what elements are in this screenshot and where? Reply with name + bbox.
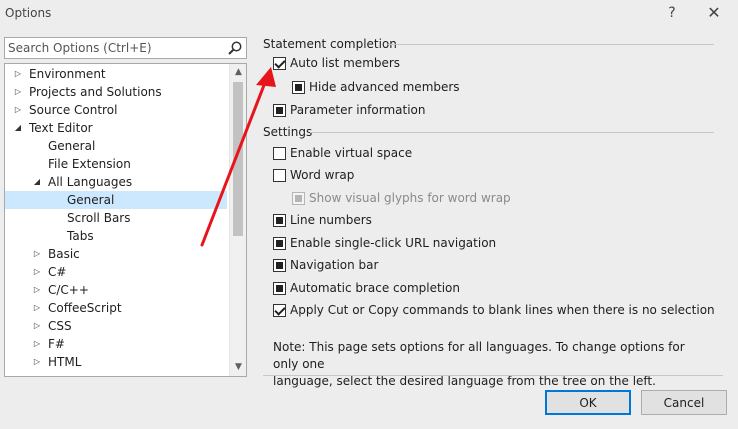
tree-item-label: Scroll Bars: [67, 211, 131, 225]
tree-item[interactable]: ◢ Text Editor: [5, 119, 227, 137]
word-wrap-checkbox[interactable]: [273, 169, 286, 182]
scroll-thumb[interactable]: [233, 82, 243, 236]
settings-header: Settings: [263, 125, 313, 139]
tree-item[interactable]: ▷ C#: [5, 263, 227, 281]
tree-item-label: General: [67, 193, 115, 207]
search-input[interactable]: [5, 38, 223, 58]
expanded-arrow-icon[interactable]: ◢: [13, 119, 23, 137]
tree-item-label: CSS: [48, 319, 72, 333]
tree-item[interactable]: ▷ C/C++: [5, 281, 227, 299]
tree-item[interactable]: ▷ Projects and Solutions: [5, 83, 227, 101]
enable-virtual-space-checkbox[interactable]: [273, 147, 286, 160]
tree-item-label: F#: [48, 337, 65, 351]
statement-completion-header: Statement completion: [263, 37, 397, 51]
close-button[interactable]: ✕: [702, 3, 726, 23]
help-button[interactable]: ?: [660, 3, 684, 23]
tree-item-label: HTML: [48, 355, 82, 369]
tree-item[interactable]: Scroll Bars: [5, 209, 227, 227]
tree-item-label: Tabs: [67, 229, 94, 243]
collapsed-arrow-icon[interactable]: ▷: [32, 245, 42, 263]
expanded-arrow-icon[interactable]: ◢: [32, 173, 42, 191]
tree-item[interactable]: General: [5, 191, 227, 209]
tree-item[interactable]: ▷ CSS: [5, 317, 227, 335]
collapsed-arrow-icon[interactable]: ▷: [32, 281, 42, 299]
automatic-brace-completion-checkbox[interactable]: [273, 282, 286, 295]
tree-item-label: General: [48, 139, 96, 153]
group-divider: [388, 44, 714, 45]
scroll-up-arrow-icon[interactable]: ▲: [230, 64, 246, 81]
tree-item-label: All Languages: [48, 175, 133, 189]
window-title: Options: [5, 6, 52, 20]
single-click-url-checkbox[interactable]: [273, 237, 286, 250]
tree-item-label: Text Editor: [29, 121, 93, 135]
parameter-information-checkbox[interactable]: [273, 104, 286, 117]
note-text: Note: This page sets options for all lan…: [273, 339, 703, 390]
show-visual-glyphs-checkbox: [292, 192, 305, 205]
note-line: Note: This page sets options for all lan…: [273, 340, 685, 371]
tree-item-label: CoffeeScript: [48, 301, 122, 315]
navigation-bar-checkbox[interactable]: [273, 259, 286, 272]
tree-item[interactable]: ▷ Source Control: [5, 101, 227, 119]
options-tree: ▷ Environment ▷ Projects and Solutions ▷ Sour…: [4, 63, 247, 377]
footer-divider: [263, 375, 723, 376]
collapsed-arrow-icon[interactable]: ▷: [13, 65, 23, 83]
tree-item-label: Basic: [48, 247, 80, 261]
line-numbers-checkbox[interactable]: [273, 214, 286, 227]
tree-item[interactable]: ▷ Environment: [5, 65, 227, 83]
tree-item-label: Source Control: [29, 103, 118, 117]
collapsed-arrow-icon[interactable]: ▷: [32, 317, 42, 335]
collapsed-arrow-icon[interactable]: ▷: [32, 335, 42, 353]
tree-scrollbar[interactable]: ▲ ▼: [229, 64, 246, 376]
tree-item-label: Environment: [29, 67, 106, 81]
tree-item-label: C/C++: [48, 283, 89, 297]
apply-cut-copy-checkbox[interactable]: [273, 304, 286, 317]
tree-item[interactable]: ▷ F#: [5, 335, 227, 353]
search-box[interactable]: [4, 37, 247, 59]
tree-item-label: C#: [48, 265, 67, 279]
tree-item-label: File Extension: [48, 157, 131, 171]
tree-item[interactable]: File Extension: [5, 155, 227, 173]
group-divider: [310, 132, 714, 133]
collapsed-arrow-icon[interactable]: ▷: [32, 299, 42, 317]
search-icon[interactable]: [227, 40, 243, 56]
tree-item[interactable]: ▷ Basic: [5, 245, 227, 263]
collapsed-arrow-icon[interactable]: ▷: [32, 353, 42, 371]
collapsed-arrow-icon[interactable]: ▷: [13, 101, 23, 119]
scroll-down-arrow-icon[interactable]: ▼: [230, 359, 246, 376]
hide-advanced-members-checkbox[interactable]: [292, 81, 305, 94]
tree-item-label: Projects and Solutions: [29, 85, 162, 99]
tree-item[interactable]: ▷ HTML: [5, 353, 227, 371]
collapsed-arrow-icon[interactable]: ▷: [13, 83, 23, 101]
tree-item[interactable]: ◢ All Languages: [5, 173, 227, 191]
title-bar: Options ? ✕: [0, 0, 738, 28]
cancel-button[interactable]: Cancel: [641, 390, 727, 415]
tree-item[interactable]: ▷ CoffeeScript: [5, 299, 227, 317]
collapsed-arrow-icon[interactable]: ▷: [32, 263, 42, 281]
auto-list-members-checkbox[interactable]: [273, 57, 286, 70]
tree-item[interactable]: Tabs: [5, 227, 227, 245]
ok-button[interactable]: OK: [545, 390, 631, 415]
tree-item[interactable]: General: [5, 137, 227, 155]
